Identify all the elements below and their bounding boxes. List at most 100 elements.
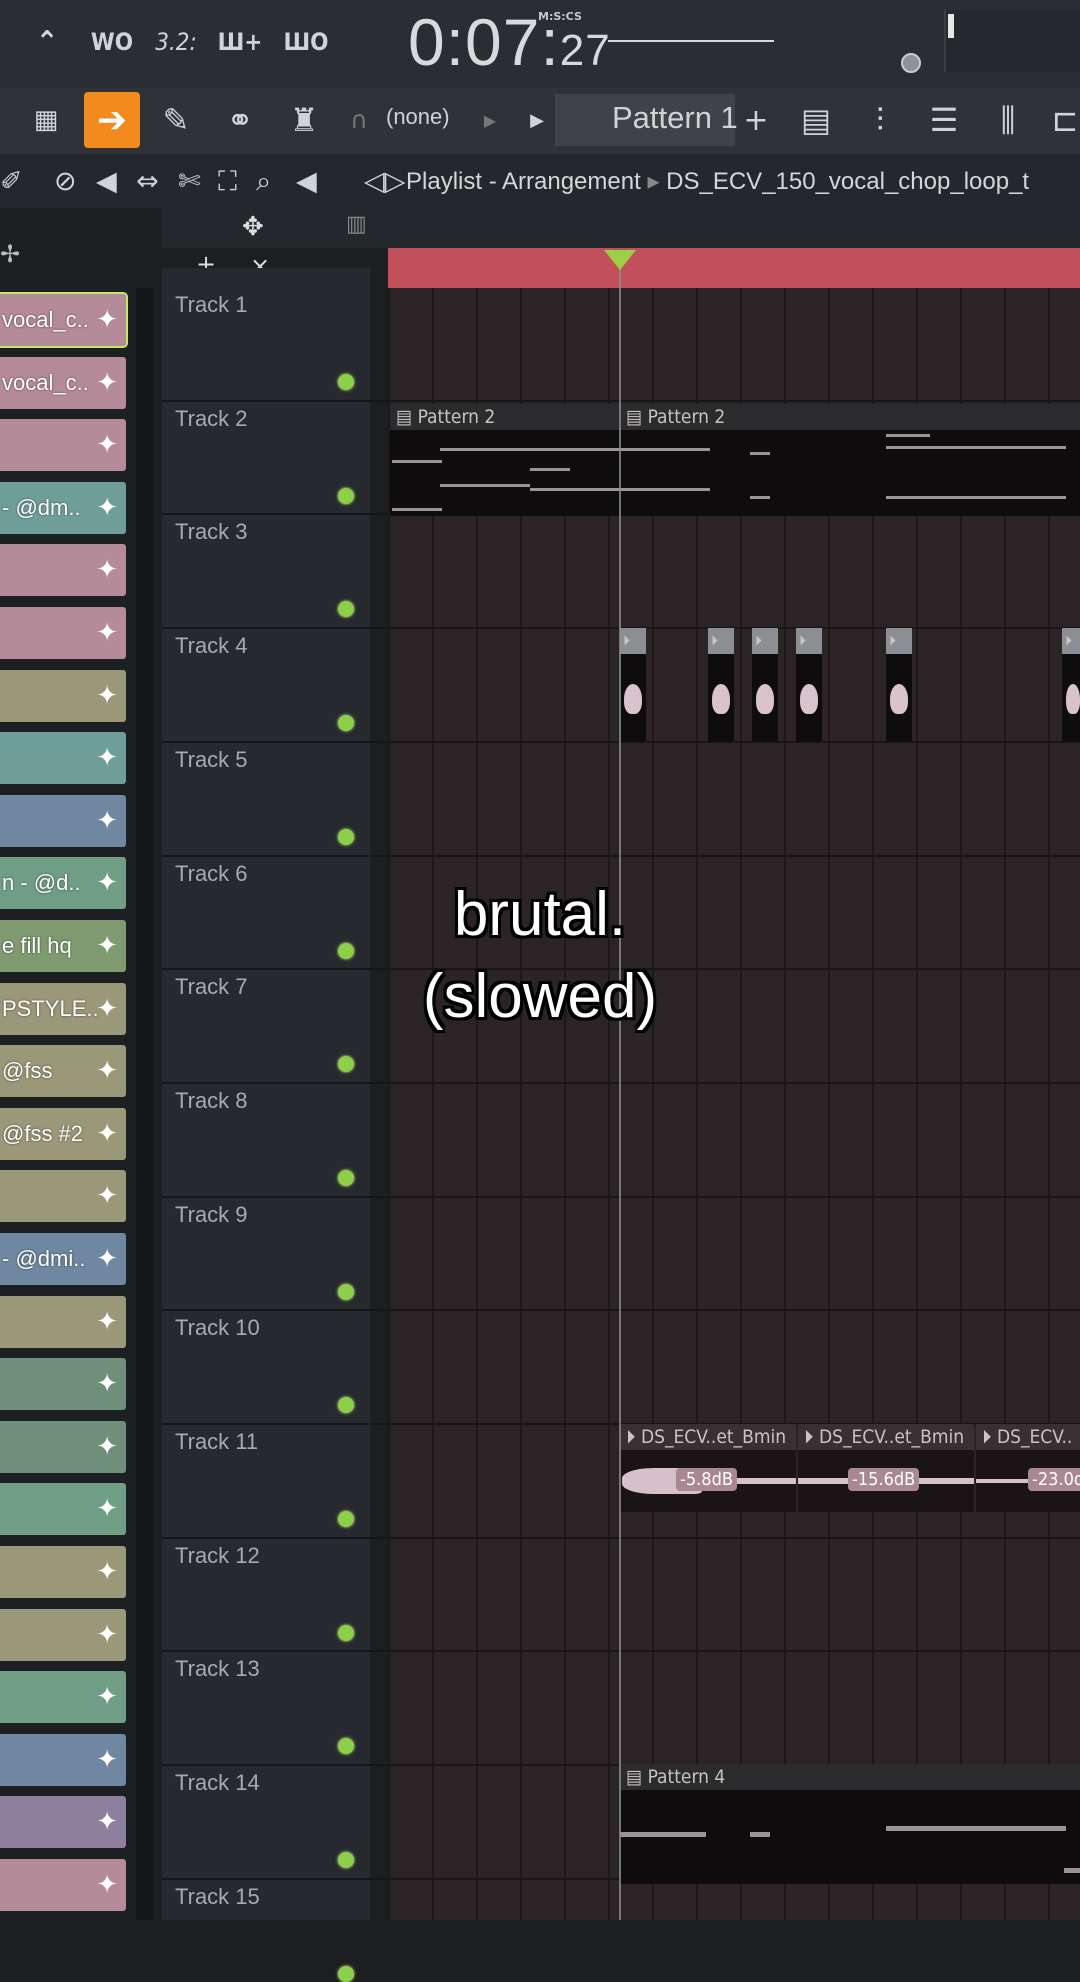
picker-clip-item[interactable]: e fill hq ✦: [0, 920, 126, 972]
piano-mini-icon[interactable]: ▥: [346, 212, 367, 237]
snap-icon[interactable]: ✢: [0, 240, 20, 268]
track-name[interactable]: Track 1: [175, 292, 248, 318]
picker-clip-item[interactable]: ✦: [0, 544, 126, 597]
select-tool-icon[interactable]: ⛶: [218, 166, 237, 198]
track-name[interactable]: Track 7: [175, 974, 248, 1000]
draw-tool-icon[interactable]: ✎: [152, 96, 200, 144]
audio-clip[interactable]: ⏵: [886, 628, 912, 742]
track-mute-led[interactable]: [338, 374, 354, 390]
step-edit-button[interactable]: Ш+: [214, 22, 266, 62]
note: [530, 488, 620, 491]
picker-scrollbar[interactable]: [136, 288, 154, 1920]
track-mute-led[interactable]: [338, 1624, 354, 1641]
audio-clip[interactable]: ⏵: [796, 628, 822, 742]
speaker-mute-icon[interactable]: ◀: [96, 166, 117, 197]
picker-clip-item[interactable]: ✦: [0, 1608, 126, 1661]
wait-record-button[interactable]: WO: [86, 22, 138, 62]
countdown-button[interactable]: 3.2:: [150, 22, 202, 62]
loop-record-button[interactable]: ШО: [280, 22, 332, 62]
pattern-clip[interactable]: ▤ Pattern 4: [620, 1764, 1080, 1884]
link-icon[interactable]: ⚭: [214, 96, 266, 144]
playlist-grid[interactable]: [388, 288, 1080, 1920]
zoom-icon[interactable]: ⌕: [256, 166, 271, 198]
track-name[interactable]: Track 4: [175, 633, 248, 659]
picker-clip-item[interactable]: ✦: [0, 1859, 126, 1911]
track-name[interactable]: Track 8: [175, 1088, 248, 1114]
track-name[interactable]: Track 2: [175, 406, 248, 432]
audio-clip[interactable]: ⏵: [1062, 628, 1080, 742]
track-name[interactable]: Track 3: [175, 519, 248, 545]
playlist-icon[interactable]: ▤: [794, 96, 838, 144]
paint-icon[interactable]: ✐: [0, 166, 23, 197]
options-arrows-icon[interactable]: ◁▷: [364, 166, 406, 197]
picker-clip-item[interactable]: ✦: [0, 1358, 126, 1411]
picker-clip-item[interactable]: ✦: [0, 1483, 126, 1536]
picker-clip-item[interactable]: n - @d.. ✦: [0, 857, 126, 910]
track-mute-led[interactable]: [338, 487, 354, 504]
mixer-icon[interactable]: ⫼: [986, 96, 1030, 144]
add-pattern-button[interactable]: +: [742, 96, 770, 144]
track-mute-led[interactable]: [338, 828, 354, 845]
metronome-icon[interactable]: ⌃: [22, 22, 72, 62]
track-name[interactable]: Track 10: [175, 1315, 260, 1341]
picker-clip-item[interactable]: ✦: [0, 1671, 126, 1724]
track-mute-led[interactable]: [338, 1852, 354, 1869]
picker-clip-item[interactable]: - @dm.. ✦: [0, 481, 126, 534]
picker-clip-item[interactable]: ✦: [0, 607, 126, 659]
timeline-ruler[interactable]: [388, 248, 1080, 288]
waveform: [624, 684, 642, 714]
picker-clip-item[interactable]: ✦: [0, 419, 126, 472]
track-name[interactable]: Track 6: [175, 861, 248, 887]
picker-clip-item[interactable]: vocal_c.. ✦: [0, 292, 128, 348]
slice-tool-icon[interactable]: ✄: [178, 166, 201, 197]
track-name[interactable]: Track 11: [175, 1429, 258, 1455]
track-mute-led[interactable]: [338, 1283, 354, 1300]
master-volume-knob[interactable]: [901, 53, 921, 73]
track-name[interactable]: Track 12: [175, 1543, 260, 1569]
picker-clip-item[interactable]: ✦: [0, 1170, 126, 1223]
picker-clip-item[interactable]: ✦: [0, 1295, 126, 1348]
track-mute-led[interactable]: [338, 715, 354, 732]
picker-clip-item[interactable]: ✦: [0, 732, 126, 785]
audio-clip[interactable]: ⏵: [752, 628, 778, 742]
picker-clip-item[interactable]: PSTYLE.. ✦: [0, 982, 126, 1035]
pattern-clip[interactable]: ▤ Pattern 2: [620, 404, 1080, 516]
track-name[interactable]: Track 13: [175, 1656, 260, 1682]
track-name[interactable]: Track 15: [175, 1884, 260, 1910]
piano-keyboard-icon[interactable]: ▦: [20, 96, 72, 144]
audio-clip[interactable]: ⏵ DS_ECV.. -23.0d: [976, 1424, 1080, 1512]
channel-rack-icon[interactable]: ☰: [922, 96, 966, 144]
slip-tool-icon[interactable]: ⇔: [136, 166, 159, 197]
piano-roll-icon[interactable]: ⫶: [856, 96, 904, 144]
picker-clip-item[interactable]: @fss #2 ✦: [0, 1107, 126, 1160]
stamp-icon[interactable]: ♜: [278, 96, 330, 144]
track-name[interactable]: Track 9: [175, 1202, 248, 1228]
track-name[interactable]: Track 14: [175, 1770, 260, 1796]
arrow-tool-button[interactable]: ➔: [84, 92, 140, 148]
audio-clip[interactable]: ⏵: [708, 628, 734, 742]
picker-clip-item[interactable]: @fss ✦: [0, 1045, 126, 1098]
mute-tool-icon[interactable]: ⊘: [54, 166, 77, 197]
pattern-clip[interactable]: ▤ Pattern 2: [390, 404, 620, 516]
picker-clip-item[interactable]: ✦: [0, 794, 126, 847]
snap-marker-icon[interactable]: ✥: [242, 212, 264, 242]
audio-clip[interactable]: ⏵ DS_ECV..et_Bmin -15.6dB: [798, 1424, 974, 1512]
picker-clip-item[interactable]: ✦: [0, 669, 126, 722]
picker-clip-item[interactable]: - @dmi.. ✦: [0, 1233, 126, 1285]
picker-clip-item[interactable]: ✦: [0, 1546, 126, 1598]
picker-clip-item[interactable]: ✦: [0, 1796, 126, 1849]
picker-clip-item[interactable]: vocal_c.. ✦: [0, 356, 126, 409]
track-mute-led[interactable]: [338, 1965, 354, 1982]
picker-clip-item[interactable]: ✦: [0, 1733, 126, 1786]
track-name[interactable]: Track 5: [175, 747, 248, 773]
browser-icon[interactable]: ⊏: [1050, 96, 1080, 144]
snap-select[interactable]: (none): [386, 104, 450, 130]
playhead-marker[interactable]: [604, 250, 636, 270]
track-mute-led[interactable]: [338, 1511, 354, 1527]
picker-clip-item[interactable]: ✦: [0, 1420, 126, 1473]
track-mute-led[interactable]: [338, 1169, 354, 1186]
audio-clip[interactable]: ⏵ DS_ECV..et_Bmin -5.8dB: [620, 1424, 796, 1512]
audio-clip[interactable]: ⏵: [620, 628, 646, 742]
play-pattern-icon[interactable]: ▶: [524, 96, 550, 144]
playback-icon[interactable]: ◀: [296, 166, 317, 197]
